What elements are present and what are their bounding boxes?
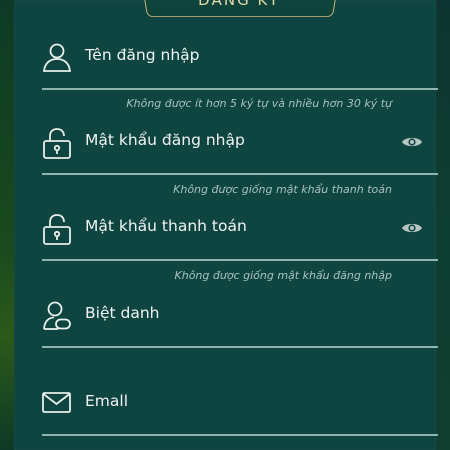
login-password-hint: Không được giống mật khẩu thanh toán	[173, 183, 392, 196]
username-label: Tên đăng nhập	[85, 46, 200, 64]
payment-password-label: Mật khẩu thanh toán	[85, 217, 247, 235]
username-field[interactable]: Tên đăng nhập	[42, 42, 438, 102]
page-title: ĐĂNG KÝ	[198, 0, 280, 9]
email-label: Emall	[85, 392, 129, 410]
payment-password-underline	[42, 259, 438, 261]
username-hint: Không được ít hơn 5 ký tự và nhiều hơn 3…	[126, 97, 392, 110]
nickname-field[interactable]: Biệt danh	[42, 300, 438, 360]
email-underline	[42, 434, 438, 436]
email-field[interactable]: Emall	[42, 388, 438, 448]
nickname-underline	[42, 346, 438, 348]
lock-icon	[42, 213, 72, 245]
register-screen: ĐĂNG KÝ Tên đăng nhập Không được ít hơn …	[0, 0, 450, 450]
user-icon	[42, 42, 72, 74]
login-password-field[interactable]: Mật khẩu đăng nhập	[42, 127, 438, 187]
username-underline	[42, 88, 438, 90]
nickname-label: Biệt danh	[85, 304, 160, 322]
payment-password-hint: Không được giống mật khẩu đăng nhập	[174, 269, 392, 282]
user-edit-icon	[42, 300, 72, 332]
mail-icon	[42, 388, 72, 420]
login-password-underline	[42, 173, 438, 175]
background-right-edge	[436, 0, 450, 450]
register-form-panel: ĐĂNG KÝ Tên đăng nhập Không được ít hơn …	[14, 0, 438, 450]
background-left-edge	[0, 0, 14, 450]
lock-icon	[42, 127, 72, 159]
eye-icon[interactable]	[401, 220, 423, 236]
payment-password-field[interactable]: Mật khẩu thanh toán	[42, 213, 438, 273]
eye-icon[interactable]	[401, 134, 423, 150]
login-password-label: Mật khẩu đăng nhập	[85, 131, 245, 149]
